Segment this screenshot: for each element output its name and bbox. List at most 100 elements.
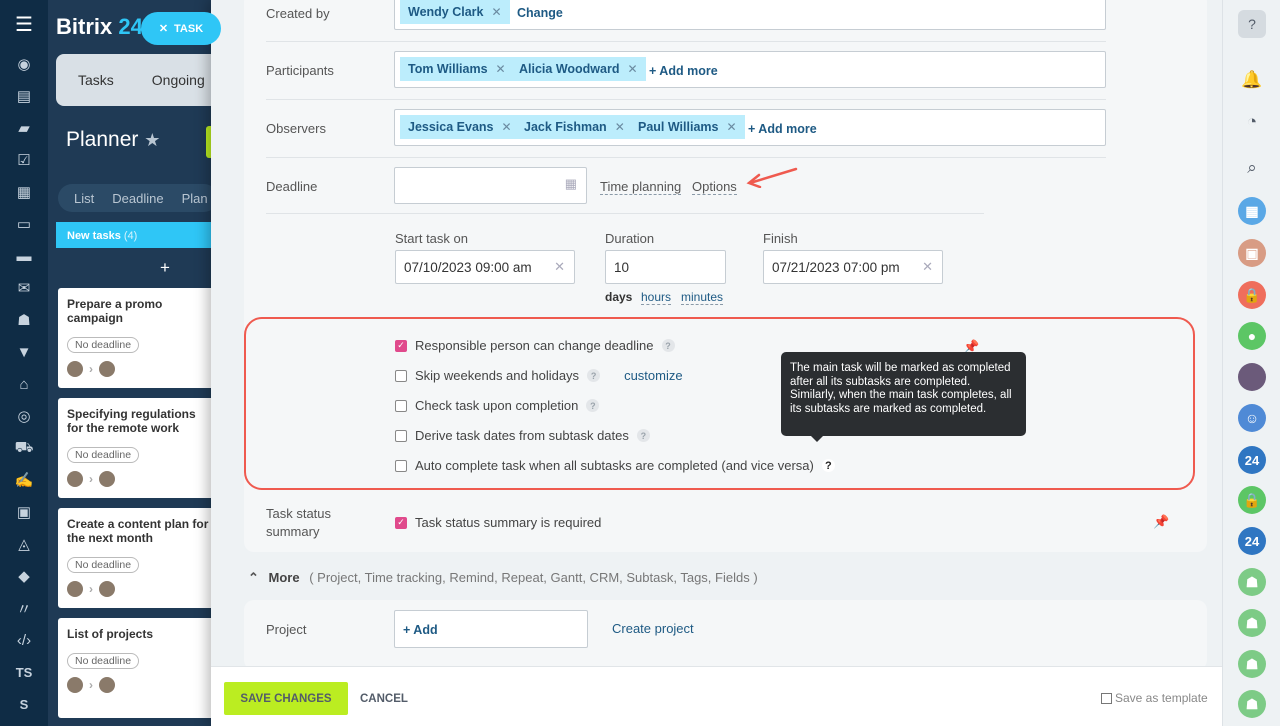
box-icon[interactable]: ◆ bbox=[0, 560, 48, 592]
feed-icon[interactable]: ◉ bbox=[0, 48, 48, 80]
remove-icon: ✕ bbox=[627, 62, 638, 76]
star-icon: ★ bbox=[144, 130, 161, 150]
unit-hours[interactable]: hours bbox=[641, 290, 672, 305]
unit-days[interactable]: days bbox=[605, 290, 632, 304]
user-chip[interactable]: Jessica Evans ✕ bbox=[400, 115, 520, 139]
project-field[interactable]: + Add bbox=[394, 610, 588, 648]
docs-icon[interactable]: ▭ bbox=[0, 208, 48, 240]
deadline-badge: No deadline bbox=[67, 337, 140, 353]
deadline-input[interactable]: ▦ bbox=[394, 167, 587, 204]
avatar bbox=[67, 361, 83, 377]
view-deadline[interactable]: Deadline bbox=[112, 191, 163, 206]
user-chip[interactable]: Paul Williams ✕ bbox=[630, 115, 745, 139]
mail-icon[interactable]: ✉ bbox=[0, 272, 48, 304]
participants-field[interactable]: Tom Williams ✕ Alicia Woodward ✕ + Add mor… bbox=[394, 51, 1106, 88]
nav-s[interactable]: S bbox=[0, 688, 48, 720]
task-card[interactable]: Prepare a promo campaign No deadline › bbox=[58, 288, 218, 388]
created-by-field[interactable]: Wendy Clark ✕ Change bbox=[394, 0, 1106, 30]
group-icon[interactable]: ☗ bbox=[1238, 690, 1266, 718]
bell-icon[interactable]: 🔔 bbox=[1238, 66, 1266, 94]
calendar-icon[interactable]: ▦ bbox=[1238, 197, 1266, 225]
group-icon[interactable]: ☗ bbox=[1238, 609, 1266, 637]
finish-input[interactable]: 07/21/2023 07:00 pm ✕ bbox=[763, 250, 943, 284]
logo: Bitrix 24 bbox=[56, 14, 143, 39]
project-panel bbox=[244, 600, 1207, 670]
task-close-pill[interactable]: ✕ TASK bbox=[141, 12, 221, 45]
save-as-template[interactable]: Save as template bbox=[1101, 691, 1208, 705]
group-icon[interactable]: ☗ bbox=[1238, 568, 1266, 596]
shop-icon[interactable]: ⛟ bbox=[0, 432, 48, 464]
calendar-icon[interactable]: ▦ bbox=[565, 176, 577, 192]
checkbox[interactable] bbox=[1101, 692, 1112, 704]
groups-icon[interactable]: ☗ bbox=[0, 304, 48, 336]
options-link[interactable]: Options bbox=[692, 179, 737, 195]
sign-icon[interactable]: ✍ bbox=[0, 464, 48, 496]
save-changes-button[interactable]: SAVE CHANGES bbox=[224, 682, 348, 715]
observers-field[interactable]: Jessica Evans ✕ Jack Fishman ✕ Paul Willia… bbox=[394, 109, 1106, 146]
time-planning-link[interactable]: Time planning bbox=[600, 179, 682, 195]
clear-icon[interactable]: ✕ bbox=[554, 259, 565, 275]
user-chip[interactable]: Jack Fishman ✕ bbox=[516, 115, 633, 139]
chat-search-icon[interactable]: ◔ bbox=[1238, 108, 1266, 136]
add-participant-link[interactable]: + Add more bbox=[649, 64, 718, 78]
filter-icon[interactable]: ▼ bbox=[0, 336, 48, 368]
tab-ongoing[interactable]: Ongoing bbox=[152, 72, 205, 88]
right-sidebar: ? 🔔 ◔ ⌕ ▦ ▣ 🔒 ● ☺ 24 🔒 24 ☗ ☗ ☗ ☗ bbox=[1222, 0, 1280, 726]
robot-icon[interactable]: ◬ bbox=[0, 528, 48, 560]
duration-input[interactable]: 10 bbox=[605, 250, 726, 284]
market-icon[interactable]: 〃 bbox=[0, 592, 48, 624]
user-chip[interactable]: Tom Williams ✕ bbox=[400, 57, 514, 81]
task-card[interactable]: List of projects No deadline › bbox=[58, 618, 218, 718]
view-switcher: List Deadline Plan bbox=[58, 184, 218, 212]
view-plan[interactable]: Plan bbox=[182, 191, 208, 206]
clear-icon[interactable]: ✕ bbox=[922, 259, 933, 275]
target-icon[interactable]: ◎ bbox=[0, 400, 48, 432]
user-icon[interactable]: ● bbox=[1238, 322, 1266, 350]
status-summary-label: Task status summary bbox=[266, 506, 332, 539]
tab-tasks[interactable]: Tasks bbox=[78, 72, 114, 88]
remove-icon: ✕ bbox=[614, 120, 625, 134]
contact-icon[interactable]: ▣ bbox=[1238, 239, 1266, 267]
chat-icon[interactable]: ▰ bbox=[0, 112, 48, 144]
user-chip[interactable]: Wendy Clark ✕ bbox=[400, 0, 510, 24]
more-toggle[interactable]: ⌃ More ( Project, Time tracking, Remind,… bbox=[248, 570, 758, 586]
code-icon[interactable]: ‹/› bbox=[0, 624, 48, 656]
cancel-button[interactable]: CANCEL bbox=[360, 693, 408, 705]
group-icon[interactable]: ☗ bbox=[1238, 650, 1266, 678]
column-header: New tasks (4) bbox=[56, 222, 216, 248]
create-project-link[interactable]: Create project bbox=[612, 621, 694, 636]
pin-icon[interactable]: 📌 bbox=[1153, 514, 1169, 530]
avatar bbox=[99, 677, 115, 693]
tasks-icon[interactable]: ☑ bbox=[0, 144, 48, 176]
task-card[interactable]: Create a content plan for the next month… bbox=[58, 508, 218, 608]
company-icon[interactable]: ⌂ bbox=[0, 368, 48, 400]
task-card[interactable]: Specifying regulations for the remote wo… bbox=[58, 398, 218, 498]
bitrix24-icon[interactable]: 24 bbox=[1238, 446, 1266, 474]
help-icon[interactable]: ? bbox=[1238, 10, 1266, 38]
option-status-summary[interactable]: ✓ Task status summary is required bbox=[395, 515, 601, 530]
change-link[interactable]: Change bbox=[517, 6, 563, 20]
news-icon[interactable]: ▤ bbox=[0, 80, 48, 112]
lock-icon[interactable]: 🔒 bbox=[1238, 281, 1266, 309]
bitrix24-icon[interactable]: 24 bbox=[1238, 527, 1266, 555]
unit-minutes[interactable]: minutes bbox=[681, 290, 724, 305]
contact-card-icon[interactable]: ▣ bbox=[0, 496, 48, 528]
checkbox-checked[interactable]: ✓ bbox=[395, 516, 407, 529]
nav-ts[interactable]: TS bbox=[0, 656, 48, 688]
calendar-icon[interactable]: ▦ bbox=[0, 176, 48, 208]
search-icon[interactable]: ⌕ bbox=[1238, 154, 1266, 182]
drive-icon[interactable]: ▬ bbox=[0, 240, 48, 272]
avatar bbox=[99, 361, 115, 377]
menu-icon[interactable]: ☰ bbox=[0, 0, 48, 48]
start-input[interactable]: 07/10/2023 09:00 am ✕ bbox=[395, 250, 575, 284]
add-task-plus[interactable]: + bbox=[160, 258, 170, 278]
add-project-link[interactable]: + Add bbox=[403, 623, 438, 637]
avatar bbox=[99, 471, 115, 487]
group-chat-icon[interactable]: ☺ bbox=[1238, 404, 1266, 432]
user-chip[interactable]: Alicia Woodward ✕ bbox=[511, 57, 646, 81]
view-list[interactable]: List bbox=[74, 191, 94, 206]
divider bbox=[266, 99, 1106, 100]
avatar[interactable] bbox=[1238, 363, 1266, 391]
add-observer-link[interactable]: + Add more bbox=[748, 122, 817, 136]
lock-icon[interactable]: 🔒 bbox=[1238, 486, 1266, 514]
